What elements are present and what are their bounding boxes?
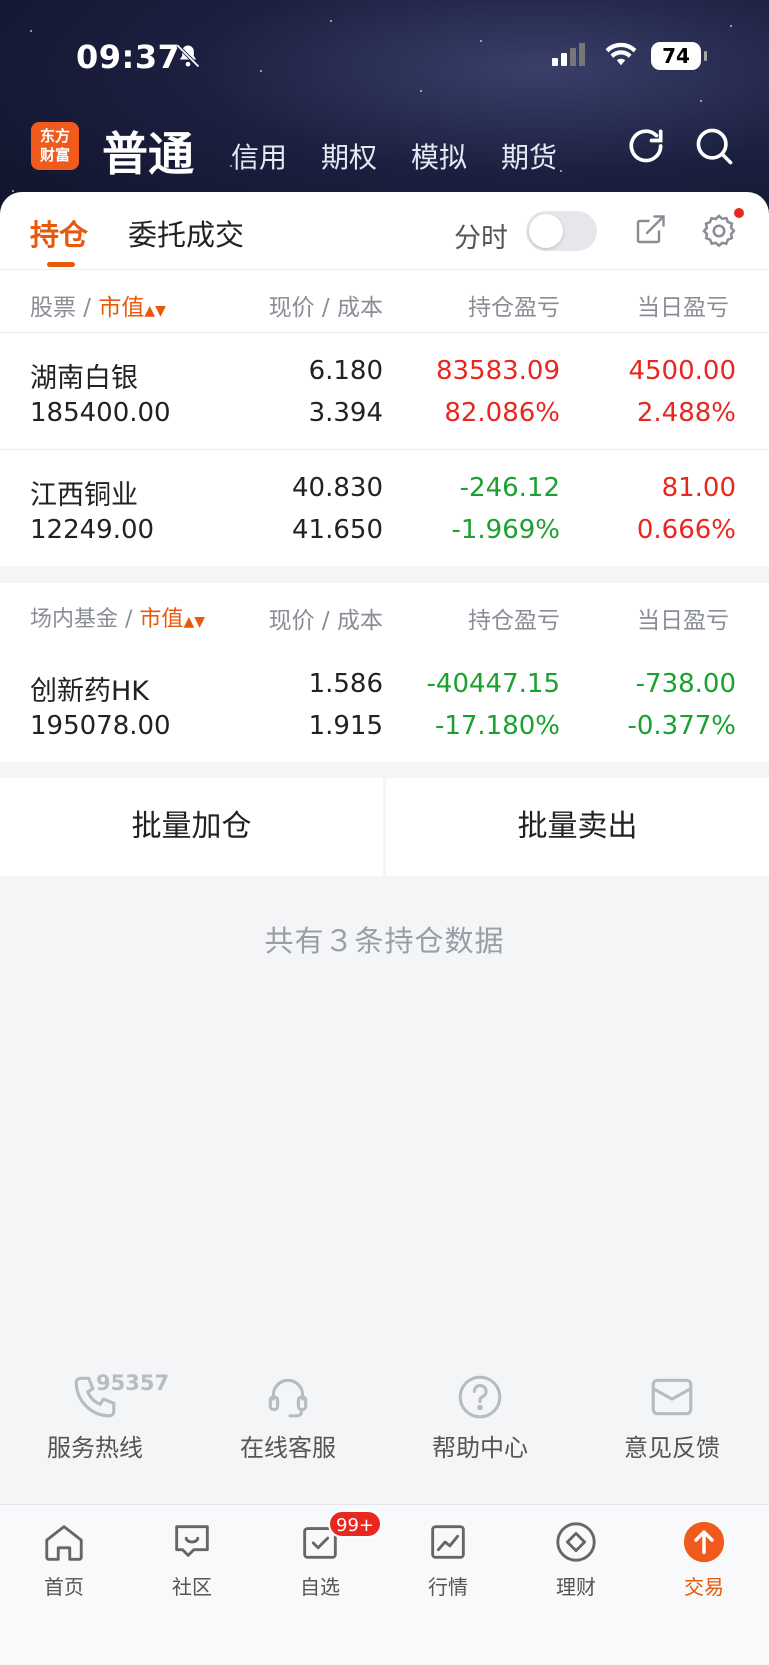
divider (0, 449, 769, 450)
service-feedback[interactable]: 意见反馈 (582, 1372, 762, 1463)
funds-header-name[interactable]: 场内基金 / 市值▲▼ (30, 601, 205, 633)
stock-name: 江西铜业 (30, 480, 138, 511)
fund-name: 创新药HK (30, 676, 150, 707)
bottom-navigation: 首页 社区 自选 行情 理财 交易 (0, 1504, 769, 1665)
watchlist-badge: 99+ (328, 1510, 382, 1538)
help-question-icon (458, 1375, 502, 1419)
stocks-header-name[interactable]: 股票 / 市值▲▼ (30, 288, 166, 322)
nav-home[interactable]: 首页 (0, 1519, 128, 1600)
divider (0, 332, 769, 333)
stock-market-value: 185400.00 (30, 398, 171, 428)
fund-price: 1.586 (308, 669, 383, 699)
funds-header-day: 当日盈亏 (637, 608, 729, 634)
stock-day-pl: 81.00 (661, 473, 736, 503)
stock-price: 6.180 (308, 356, 383, 386)
wifi-icon (605, 42, 637, 66)
settings-gear-icon[interactable] (700, 212, 738, 250)
stock-cost: 3.394 (308, 398, 383, 428)
account-type-simulated[interactable]: 模拟 (411, 136, 467, 176)
chart-line-icon (431, 1525, 465, 1559)
service-online-support[interactable]: 在线客服 (198, 1372, 378, 1463)
phone-icon (74, 1376, 116, 1418)
fund-market-value: 195078.00 (30, 711, 171, 741)
status-time: 09:37 (76, 38, 181, 76)
trade-arrow-up-icon (683, 1521, 725, 1563)
search-icon[interactable] (692, 124, 736, 168)
diamond-icon (556, 1522, 596, 1562)
share-icon[interactable] (632, 212, 668, 248)
fund-pl: -40447.15 (426, 669, 560, 699)
tab-orders[interactable]: 委托成交 (128, 212, 244, 254)
account-type-normal[interactable]: 普通 (102, 118, 194, 184)
app-logo: 东方 财富 (31, 122, 79, 170)
section-gap (0, 566, 769, 583)
stock-pl-pct: 82.086% (444, 398, 560, 428)
batch-sell-button[interactable]: 批量卖出 (386, 778, 769, 876)
sort-arrows-icon: ▲▼ (183, 614, 205, 630)
stock-day-pl-pct: 2.488% (636, 398, 736, 428)
service-hotline[interactable]: 服务热线 (5, 1372, 185, 1463)
stocks-header-day: 当日盈亏 (637, 295, 729, 321)
funds-header-price-cost: 现价 / 成本 (268, 608, 383, 634)
holdings-count-text: 共有３条持仓数据 (264, 924, 505, 958)
chat-bubble-icon (175, 1525, 209, 1557)
stock-price: 40.830 (292, 473, 383, 503)
stock-pl-pct: -1.969% (451, 515, 560, 545)
service-help-center[interactable]: 帮助中心 (390, 1372, 570, 1463)
fund-day-pl-pct: -0.377% (627, 711, 736, 741)
nav-wealth[interactable]: 理财 (512, 1519, 640, 1600)
nav-trade[interactable]: 交易 (640, 1519, 768, 1600)
cellular-signal-icon (552, 43, 585, 66)
active-tab-indicator (47, 262, 75, 267)
fund-pl-pct: -17.180% (434, 711, 560, 741)
fund-day-pl: -738.00 (635, 669, 736, 699)
tab-holdings[interactable]: 持仓 (30, 212, 88, 254)
stock-market-value: 12249.00 (30, 515, 155, 545)
account-type-futures[interactable]: 期货 (501, 136, 557, 176)
stock-pl: -246.12 (459, 473, 560, 503)
fund-cost: 1.915 (308, 711, 383, 741)
nav-market[interactable]: 行情 (384, 1519, 512, 1600)
account-type-credit[interactable]: 信用 (231, 136, 287, 176)
stock-name: 湖南白银 (30, 363, 138, 394)
stocks-header-pl: 持仓盈亏 (468, 295, 560, 321)
headset-icon (268, 1378, 308, 1418)
bell-muted-icon (176, 44, 200, 68)
stock-day-pl: 4500.00 (628, 356, 736, 386)
home-icon (45, 1525, 83, 1561)
stocks-header-price-cost: 现价 / 成本 (268, 295, 383, 321)
fenshi-label: 分时 (454, 223, 508, 254)
notification-dot (734, 208, 744, 218)
batch-add-button[interactable]: 批量加仓 (0, 778, 383, 876)
fenshi-toggle[interactable] (526, 211, 597, 251)
panel-tabs: 持仓 委托成交 分时 (0, 192, 769, 270)
sort-arrows-icon: ▲▼ (144, 303, 166, 319)
stock-pl: 83583.09 (435, 356, 560, 386)
account-type-options[interactable]: 期权 (321, 136, 377, 176)
battery-indicator: 74 (651, 42, 707, 70)
stock-cost: 41.650 (292, 515, 383, 545)
stock-day-pl-pct: 0.666% (636, 515, 736, 545)
nav-community[interactable]: 社区 (128, 1519, 256, 1600)
mail-icon (651, 1378, 693, 1416)
refresh-icon[interactable] (624, 124, 668, 168)
funds-header-pl: 持仓盈亏 (468, 608, 560, 634)
